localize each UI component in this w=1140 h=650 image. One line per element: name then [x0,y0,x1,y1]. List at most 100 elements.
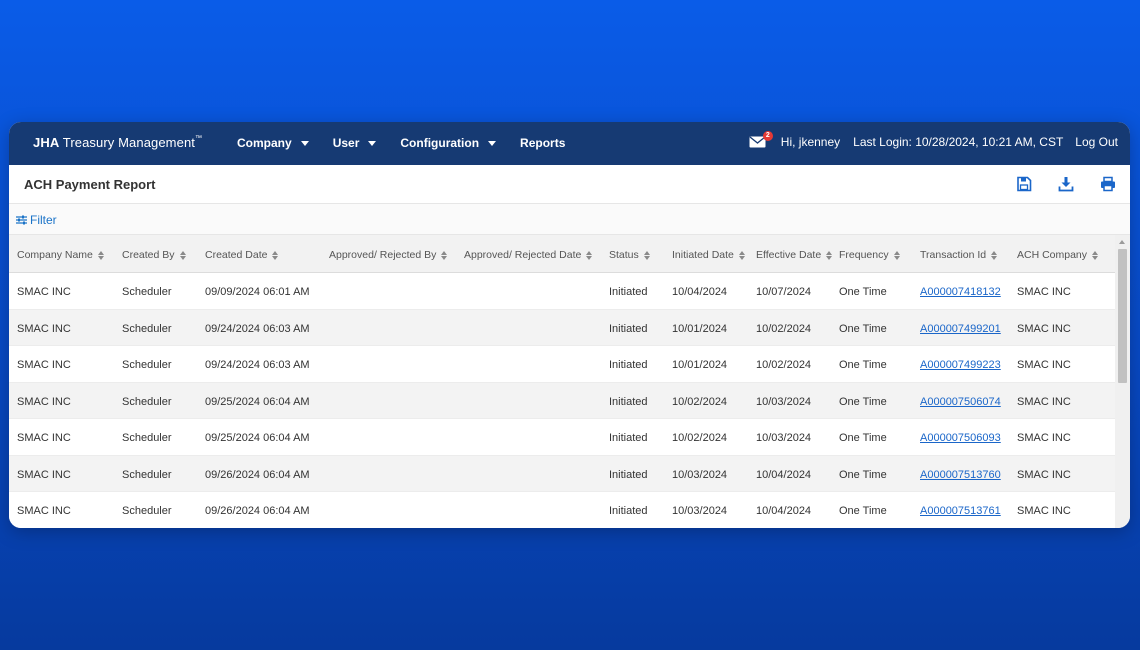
cell-transaction-id: A000007506074 [920,396,1001,408]
menu-reports[interactable]: Reports [520,136,565,150]
chevron-down-icon [300,140,309,146]
scroll-thumb[interactable] [1118,249,1127,383]
cell-created-date: 09/26/2024 06:04 AM [205,468,310,481]
transaction-id-link[interactable]: A000007506093 [920,432,1001,444]
cell-ach-company: SMAC INC [1017,505,1071,517]
cell-created-by: Scheduler [122,505,172,517]
transaction-id-link[interactable]: A000007513761 [920,505,1001,517]
logout-link[interactable]: Log Out [1075,135,1118,149]
menu-user-label: User [332,136,360,150]
transaction-id-link[interactable]: A000007418132 [920,286,1001,298]
menu-configuration[interactable]: Configuration [400,136,497,150]
cell-ach-company: SMAC INC [1017,432,1071,444]
save-icon[interactable] [1016,176,1032,192]
table-row[interactable]: SMAC INC Scheduler 09/26/2024 06:04 AM Init… [9,492,1115,528]
cell-effective-date: 10/07/2024 [756,286,812,298]
cell-status: Initiated [609,322,648,335]
page-title: ACH Payment Report [24,177,156,192]
column-header-status[interactable]: Status [609,249,650,261]
sort-icon [1092,250,1099,260]
column-label: Company Name [17,249,93,261]
cell-ach-company: SMAC INC [1017,322,1071,335]
main-menu: Company User Configuration Reports [237,136,589,150]
transaction-id-link[interactable]: A000007506074 [920,396,1001,408]
column-header-initiated-date[interactable]: Initiated Date [672,249,745,261]
user-greeting: Hi, jkenney [780,135,841,149]
column-label: Status [609,249,639,261]
sliders-icon [16,215,27,225]
sort-icon [643,250,650,260]
cell-created-by: Scheduler [122,359,172,371]
table-row[interactable]: SMAC INC Scheduler 09/25/2024 06:04 AM Init… [9,419,1115,456]
cell-ach-company: SMAC INC [1017,468,1071,481]
sort-icon [97,250,104,260]
cell-status: Initiated [609,432,648,444]
column-header-ach-company[interactable]: ACH Company [1017,249,1099,261]
transaction-id-link[interactable]: A000007499201 [920,323,1001,335]
menu-user[interactable]: User [333,136,377,150]
scroll-up-arrow-icon[interactable] [1119,240,1125,244]
cell-status: Initiated [609,505,648,517]
cell-initiated-date: 10/02/2024 [672,432,728,444]
sort-icon [441,250,448,260]
transaction-id-link[interactable]: A000007513760 [920,469,1001,481]
column-label: Created Date [205,249,268,261]
cell-company-name: SMAC INC [17,359,71,371]
last-login: Last Login: 10/28/2024, 10:21 AM, CST [853,135,1064,149]
filter-button[interactable]: Filter [16,213,57,227]
column-header-transaction-id[interactable]: Transaction Id [920,249,998,261]
menu-company[interactable]: Company [237,136,309,150]
transaction-id-link[interactable]: A000007499223 [920,359,1001,371]
cell-transaction-id: A000007506093 [920,432,1001,444]
cell-frequency: One Time [839,286,887,298]
column-label: Approved/ Rejected By [329,249,437,261]
table-row[interactable]: SMAC INC Scheduler 09/24/2024 06:03 AM Init… [9,346,1115,383]
cell-created-date: 09/25/2024 06:04 AM [205,395,310,408]
table-row[interactable]: SMAC INC Scheduler 09/09/2024 06:01 AM Init… [9,273,1115,310]
column-header-approved-by[interactable]: Approved/ Rejected By [329,249,448,261]
sort-icon [586,250,593,260]
table-row[interactable]: SMAC INC Scheduler 09/24/2024 06:03 AM Init… [9,309,1115,346]
download-icon[interactable] [1058,176,1074,192]
cell-company-name: SMAC INC [17,322,71,335]
column-header-company-name[interactable]: Company Name [17,249,104,261]
column-header-created-date[interactable]: Created Date [205,249,279,261]
cell-created-date: 09/09/2024 06:01 AM [205,286,310,298]
cell-status: Initiated [609,286,648,298]
cell-initiated-date: 10/03/2024 [672,505,728,517]
column-header-frequency[interactable]: Frequency [839,249,900,261]
page-header: ACH Payment Report [9,165,1130,204]
cell-effective-date: 10/02/2024 [756,359,812,371]
messages-button[interactable]: 2 [749,131,773,152]
cell-created-by: Scheduler [122,322,172,335]
vertical-scrollbar[interactable] [1115,235,1130,528]
print-icon[interactable] [1100,176,1116,192]
cell-created-by: Scheduler [122,395,172,408]
app-window: JHA Treasury Management™ Company User Co… [9,122,1130,528]
cell-frequency: One Time [839,322,887,335]
user-area: 2 Hi, jkenney Last Login: 10/28/2024, 10… [749,131,1118,152]
column-label: ACH Company [1017,249,1088,261]
menu-company-label: Company [237,136,292,150]
column-label: Frequency [839,249,889,261]
sort-icon [738,250,745,260]
column-header-created-by[interactable]: Created By [122,249,186,261]
table-row[interactable]: SMAC INC Scheduler 09/26/2024 06:04 AM Init… [9,455,1115,492]
column-header-effective-date[interactable]: Effective Date [756,249,833,261]
report-table: Company Name Created By Created Date App… [9,235,1115,528]
cell-company-name: SMAC INC [17,395,71,408]
cell-effective-date: 10/03/2024 [756,395,812,408]
brand-logo[interactable]: JHA Treasury Management™ [33,135,202,150]
column-label: Created By [122,249,175,261]
cell-initiated-date: 10/04/2024 [672,286,728,298]
brand-name: Treasury Management [59,135,195,150]
cell-created-date: 09/24/2024 06:03 AM [205,322,310,335]
sort-icon [893,250,900,260]
column-label: Approved/ Rejected Date [464,249,582,261]
table-row[interactable]: SMAC INC Scheduler 09/25/2024 06:04 AM Init… [9,382,1115,419]
cell-company-name: SMAC INC [17,468,71,481]
cell-initiated-date: 10/03/2024 [672,468,728,481]
cell-company-name: SMAC INC [17,432,71,444]
column-header-approved-date[interactable]: Approved/ Rejected Date [464,249,593,261]
menu-configuration-label: Configuration [400,136,480,150]
